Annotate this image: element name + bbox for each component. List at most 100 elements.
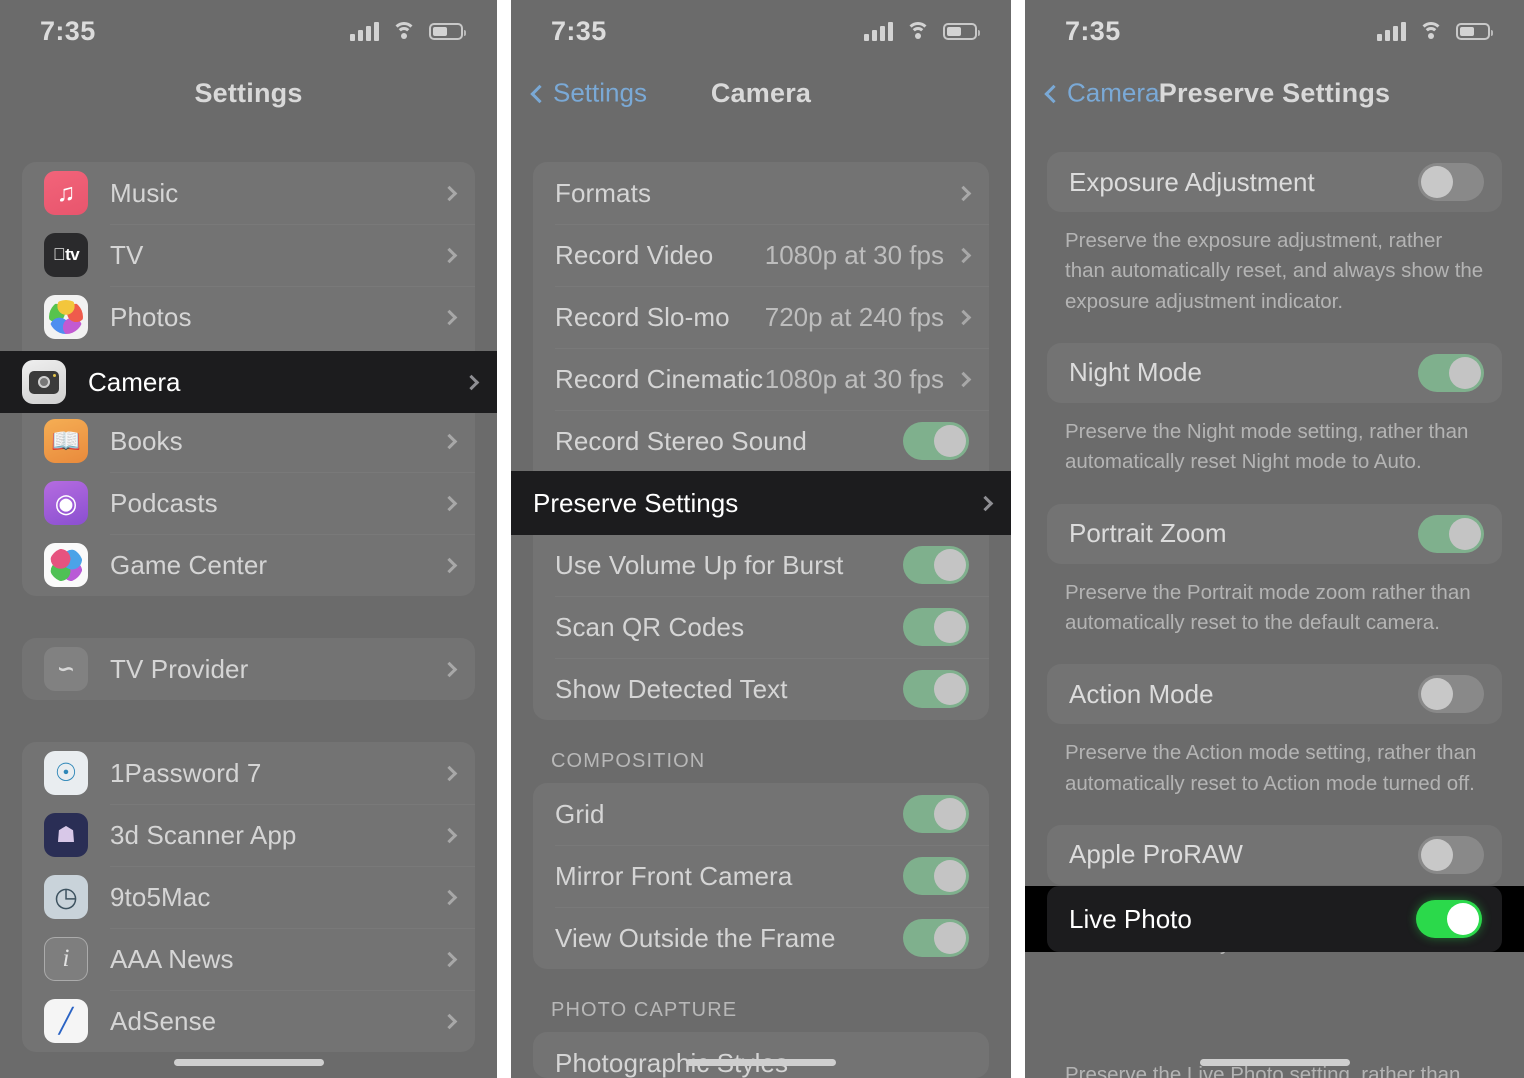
toggle-action-mode[interactable]: [1418, 675, 1484, 714]
row-label: Portrait Zoom: [1069, 518, 1227, 549]
row-mirror-front-camera[interactable]: Mirror Front Camera: [533, 845, 989, 907]
status-icons: [864, 21, 980, 41]
row-label: Books: [110, 425, 183, 456]
row-record-video[interactable]: Record Video 1080p at 30 fps: [533, 224, 989, 286]
row-apple-proraw[interactable]: Apple ProRAW: [1047, 824, 1502, 885]
row-label: Mirror Front Camera: [555, 860, 793, 891]
3d-scanner-app-icon: ☗: [44, 813, 88, 857]
sidebar-item-podcasts[interactable]: ◉ Podcasts: [22, 472, 475, 534]
toggle-mirror-front-camera[interactable]: [903, 857, 969, 895]
row-label: Action Mode: [1069, 678, 1214, 709]
sidebar-item-game-center[interactable]: Game Center: [22, 534, 475, 596]
row-formats[interactable]: Formats: [533, 162, 989, 224]
battery-icon: [429, 22, 466, 40]
wifi-icon: [392, 22, 416, 40]
panel-gap-1: [497, 0, 511, 1078]
toggle-grid[interactable]: [903, 795, 969, 833]
chevron-right-icon: [955, 309, 972, 325]
toggle-view-outside-the-frame[interactable]: [903, 919, 969, 957]
toggle-show-detected-text[interactable]: [903, 670, 969, 708]
row-label: Apple ProRAW: [1069, 839, 1243, 870]
row-label: Podcasts: [110, 487, 218, 518]
home-indicator: [173, 1059, 324, 1066]
row-label: Night Mode: [1069, 357, 1202, 388]
books-app-icon: 📖: [44, 419, 88, 463]
camera-row-inner[interactable]: Camera: [0, 351, 497, 413]
toggle-portrait-zoom[interactable]: [1418, 514, 1484, 553]
sidebar-item-aaa-news[interactable]: i AAA News: [22, 928, 475, 990]
sidebar-item-music[interactable]: ♫ Music: [22, 162, 475, 224]
toggle-night-mode[interactable]: [1418, 353, 1484, 392]
toggle-use-volume-up-for-burst[interactable]: [903, 546, 969, 584]
toggle-exposure-adjustment[interactable]: [1418, 163, 1484, 201]
row-exposure-adjustment[interactable]: Exposure Adjustment: [1047, 152, 1502, 212]
home-indicator: [1199, 1059, 1350, 1066]
sidebar-item-tv-provider[interactable]: ∽ TV Provider: [22, 638, 475, 700]
toggle-record-stereo-sound[interactable]: [903, 422, 969, 460]
row-value: 1080p at 30 fps: [764, 239, 944, 270]
game-center-app-icon: [44, 543, 88, 587]
settings-list: ♫ Music tv TV Photos: [0, 124, 497, 1052]
section-header-composition: COMPOSITION: [551, 750, 706, 772]
chevron-right-icon: [977, 495, 994, 511]
row-live-photo-highlighted[interactable]: Live Photo: [1025, 886, 1524, 952]
sidebar-item-books[interactable]: 📖 Books: [22, 410, 475, 472]
preserve-settings-row-inner[interactable]: Preserve Settings: [511, 471, 1011, 535]
row-record-slomo[interactable]: Record Slo-mo 720p at 240 fps: [533, 286, 989, 348]
1password-app-icon: ☉: [44, 751, 88, 795]
panel-settings: 7:35 Settings ♫ Music tv TV Photos 📖 Boo…: [0, 0, 497, 1078]
row-record-cinematic[interactable]: Record Cinematic 1080p at 30 fps: [533, 348, 989, 410]
back-button[interactable]: Camera: [1044, 77, 1160, 109]
chevron-right-icon: [955, 247, 972, 263]
camera-navbar: Settings Camera: [511, 62, 1011, 124]
home-indicator: [686, 1059, 836, 1066]
sidebar-item-photos[interactable]: Photos: [22, 286, 475, 348]
row-record-stereo-sound[interactable]: Record Stereo Sound: [533, 410, 989, 472]
status-bar: 7:35: [511, 0, 1011, 62]
toggle-scan-qr-codes[interactable]: [903, 608, 969, 646]
camera-group-photo-capture: Photographic Styles: [533, 1032, 989, 1078]
description-portrait-zoom: Preserve the Portrait mode zoom rather t…: [1065, 580, 1471, 634]
row-label: Show Detected Text: [555, 673, 788, 704]
row-label: Game Center: [110, 549, 268, 580]
settings-group-tv-provider: ∽ TV Provider: [22, 638, 475, 700]
row-label: 3d Scanner App: [110, 819, 297, 850]
back-button[interactable]: Settings: [530, 77, 647, 109]
back-button-label: Camera: [1067, 77, 1160, 108]
camera-app-icon: [22, 360, 66, 404]
panel-gap-2: [1011, 0, 1025, 1078]
row-night-mode[interactable]: Night Mode: [1047, 342, 1502, 403]
cellular-bars-icon: [1377, 21, 1406, 41]
toggle-apple-proraw[interactable]: [1418, 835, 1484, 874]
three-panel-screenshot: 7:35 Settings ♫ Music tv TV Photos 📖 Boo…: [0, 0, 1524, 1078]
status-time: 7:35: [551, 15, 607, 46]
row-grid[interactable]: Grid: [533, 783, 989, 845]
row-label: 9to5Mac: [110, 881, 211, 912]
sidebar-item-camera-highlighted[interactable]: Camera: [0, 351, 497, 413]
row-show-detected-text[interactable]: Show Detected Text: [533, 658, 989, 720]
chevron-right-icon: [441, 185, 458, 201]
back-button-label: Settings: [553, 77, 647, 108]
row-photographic-styles[interactable]: Photographic Styles: [533, 1032, 989, 1078]
sidebar-item-1password[interactable]: ☉ 1Password 7: [22, 742, 475, 804]
toggle-live-photo[interactable]: [1416, 900, 1482, 938]
tv-provider-icon: ∽: [44, 647, 88, 691]
row-action-mode[interactable]: Action Mode: [1047, 664, 1502, 725]
sidebar-item-adsense[interactable]: ╱ AdSense: [22, 990, 475, 1052]
page-title: Settings: [194, 77, 303, 108]
live-photo-row-inner[interactable]: Live Photo: [1047, 886, 1502, 952]
status-bar: 7:35: [0, 0, 497, 62]
row-portrait-zoom[interactable]: Portrait Zoom: [1047, 503, 1502, 564]
chevron-right-icon: [955, 185, 972, 201]
sidebar-item-9to5mac[interactable]: ◷ 9to5Mac: [22, 866, 475, 928]
podcasts-app-icon: ◉: [44, 481, 88, 525]
row-scan-qr-codes[interactable]: Scan QR Codes: [533, 596, 989, 658]
sidebar-item-tv[interactable]: tv TV: [22, 224, 475, 286]
row-use-volume-up-for-burst[interactable]: Use Volume Up for Burst: [533, 534, 989, 596]
chevron-left-icon: [530, 84, 549, 103]
row-view-outside-the-frame[interactable]: View Outside the Frame: [533, 907, 989, 969]
sidebar-item-3d-scanner[interactable]: ☗ 3d Scanner App: [22, 804, 475, 866]
cellular-bars-icon: [864, 21, 893, 41]
row-preserve-settings-highlighted[interactable]: Preserve Settings: [511, 471, 1011, 535]
settings-group-apps: ☉ 1Password 7 ☗ 3d Scanner App ◷ 9to5Mac: [22, 742, 475, 1052]
